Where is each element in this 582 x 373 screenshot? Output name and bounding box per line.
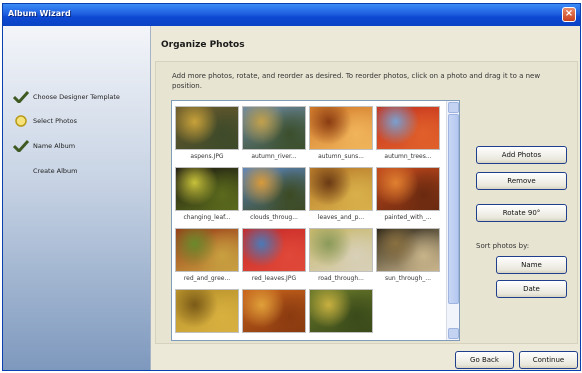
step-create-album: Create Album (13, 164, 78, 178)
step-placeholder (13, 165, 29, 177)
remove-button[interactable]: Remove (476, 172, 567, 190)
photo-item[interactable]: autumn_river... (241, 106, 307, 162)
photo-caption: red_and_gree... (183, 275, 231, 282)
rotate-button[interactable]: Rotate 90° (476, 204, 567, 222)
go-back-button[interactable]: Go Back (455, 351, 514, 369)
scroll-thumb[interactable] (448, 114, 459, 304)
photo-grid-scrollbar[interactable] (446, 101, 459, 340)
scroll-up-arrow[interactable] (448, 102, 459, 113)
photo-thumbnail[interactable] (309, 289, 373, 333)
photo-caption: autumn_river... (251, 153, 297, 160)
photo-item[interactable]: sun_through_... (375, 228, 441, 284)
photo-item[interactable] (308, 289, 374, 340)
current-step-icon (15, 115, 27, 127)
step-choose-designer-template: Choose Designer Template (13, 90, 120, 104)
photo-thumbnail[interactable] (242, 106, 306, 150)
photo-thumbnail[interactable] (376, 167, 440, 211)
photo-caption: changing_leaf... (183, 214, 231, 221)
photo-item[interactable]: aspens.JPG (174, 106, 240, 162)
photo-thumbnail[interactable] (309, 167, 373, 211)
photo-caption: road_through... (318, 275, 364, 282)
photo-item[interactable]: red_and_gree... (174, 228, 240, 284)
photo-grid[interactable]: aspens.JPG autumn_river... autumn_suns... a… (171, 100, 460, 341)
step-name-album: Name Album (13, 139, 75, 153)
step-label: Select Photos (33, 117, 78, 125)
step-label: Name Album (33, 142, 76, 150)
photo-item[interactable]: autumn_trees... (375, 106, 441, 162)
photo-thumbnail[interactable] (376, 228, 440, 272)
photo-thumbnail[interactable] (309, 228, 373, 272)
photo-item[interactable] (241, 289, 307, 340)
continue-button[interactable]: Continue (519, 351, 578, 369)
photo-caption: sun_through_... (384, 275, 432, 282)
photo-thumbnail[interactable] (242, 228, 306, 272)
photo-caption: autumn_trees... (384, 153, 432, 160)
page-title: Organize Photos (161, 40, 245, 50)
close-button[interactable]: × (562, 7, 576, 22)
photo-item[interactable]: road_through... (308, 228, 374, 284)
photo-thumbnail[interactable] (242, 289, 306, 333)
window-title: Album Wizard (8, 9, 71, 18)
organize-photos-panel: Add more photos, rotate, and reorder as … (155, 61, 578, 344)
photo-caption: leaves_and_p... (317, 214, 365, 221)
photo-thumbnail[interactable] (175, 228, 239, 272)
photo-thumbnail[interactable] (376, 106, 440, 150)
photo-item[interactable]: changing_leaf... (174, 167, 240, 223)
photo-thumbnail[interactable] (175, 289, 239, 333)
add-photos-button[interactable]: Add Photos (476, 146, 567, 164)
photo-caption: aspens.JPG (190, 153, 224, 160)
photo-thumbnail[interactable] (309, 106, 373, 150)
photo-thumbnail[interactable] (242, 167, 306, 211)
title-bar[interactable]: Album Wizard × (3, 4, 580, 26)
photo-item[interactable]: autumn_suns... (308, 106, 374, 162)
sort-label: Sort photos by: (476, 242, 530, 250)
photo-caption: painted_with_... (384, 214, 432, 221)
sort-by-name-button[interactable]: Name (496, 256, 567, 274)
album-wizard-window: Album Wizard × Choose Designer Template … (2, 3, 581, 371)
photo-caption: clouds_throug... (250, 214, 298, 221)
scroll-down-arrow[interactable] (448, 328, 459, 339)
photo-thumbnail[interactable] (175, 167, 239, 211)
photo-thumbnail[interactable] (175, 106, 239, 150)
instructions-text: Add more photos, rotate, and reorder as … (172, 72, 541, 90)
photo-caption: autumn_suns... (318, 153, 364, 160)
checkmark-icon (13, 91, 29, 103)
checkmark-icon (13, 140, 29, 152)
photo-item[interactable]: painted_with_... (375, 167, 441, 223)
photo-item[interactable] (174, 289, 240, 340)
photo-item[interactable]: leaves_and_p... (308, 167, 374, 223)
page-header: Organize Photos (151, 26, 580, 61)
photo-item[interactable]: clouds_throug... (241, 167, 307, 223)
wizard-steps-sidebar: Choose Designer Template Select Photos N… (3, 26, 151, 370)
step-label: Choose Designer Template (33, 93, 120, 101)
step-label: Create Album (33, 167, 78, 175)
sort-by-date-button[interactable]: Date (496, 280, 567, 298)
photo-item[interactable]: red_leaves.JPG (241, 228, 307, 284)
photo-caption: red_leaves.JPG (251, 275, 297, 282)
step-select-photos: Select Photos (13, 114, 77, 128)
